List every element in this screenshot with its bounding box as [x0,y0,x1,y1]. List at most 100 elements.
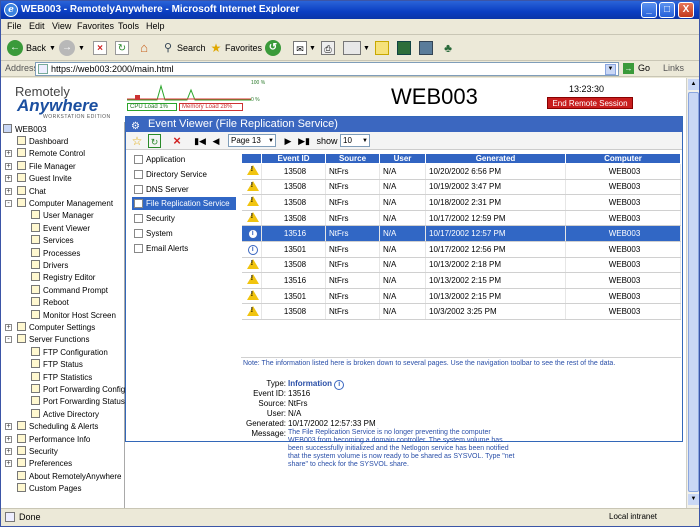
tree-item[interactable]: Drivers [31,260,68,272]
log-item[interactable]: System [132,227,236,240]
favorites-button[interactable]: ★ Favorites [209,39,262,57]
media-button[interactable] [419,39,433,57]
tree-expander-icon[interactable]: + [5,324,12,331]
tree-item[interactable]: Chat [17,185,46,198]
column-generated[interactable]: Generated [425,153,566,164]
next-page-icon[interactable]: ▶ [282,134,294,148]
table-row[interactable]: 13508NtFrsN/A10/13/2002 2:18 PMWEB003 [241,257,681,274]
log-item[interactable]: File Replication Service [132,197,236,211]
mail-button[interactable]: ✉ ▼ [293,39,316,57]
tree-item[interactable]: Security [17,446,58,458]
log-item[interactable]: Security [132,212,236,225]
tree-expander-icon[interactable]: + [5,423,12,431]
tree-item[interactable]: File Manager [17,160,76,173]
table-row[interactable]: 13516NtFrsN/A10/13/2002 2:15 PMWEB003 [241,272,681,289]
delete-icon[interactable]: × [170,134,184,148]
tree-item[interactable]: About RemotelyAnywhere [17,470,122,483]
log-item[interactable]: DNS Server [132,183,236,196]
scroll-up-icon[interactable]: ▲ [688,79,699,90]
column-source[interactable]: Source [325,153,380,164]
menu-view[interactable]: View [52,21,71,31]
tree-item[interactable]: Computer Management [17,198,113,210]
menu-tools[interactable]: Tools [118,21,139,31]
last-page-icon[interactable]: ▶▮ [298,134,310,148]
tree-item[interactable]: Port Forwarding Config [31,384,125,396]
maximize-button[interactable]: □ [659,2,675,18]
address-input[interactable]: https://web003:2000/main.html ▼ [35,62,619,76]
menu-edit[interactable]: Edit [29,21,45,31]
back-button[interactable]: ← Back ▼ [7,39,56,57]
tree-item[interactable]: Services [31,235,74,247]
tree-item[interactable]: Custom Pages [17,483,81,495]
tree-item[interactable]: Port Forwarding Status [31,396,125,408]
tree-expander-icon[interactable]: + [5,150,12,158]
links-label[interactable]: Links [663,63,684,73]
history-button[interactable]: ↺ [265,39,281,57]
tree-item[interactable]: Command Prompt [31,284,108,297]
menu-file[interactable]: File [7,21,22,31]
table-row[interactable]: 13508NtFrsN/A10/17/2002 12:59 PMWEB003 [241,210,681,227]
stop-button[interactable]: × [93,39,107,57]
tree-expander-icon[interactable]: + [5,435,12,443]
tree-item[interactable]: Performance Info [17,433,90,446]
tree-item[interactable]: Scheduling & Alerts [17,421,98,433]
tree-item[interactable]: Reboot [31,297,69,309]
tree-item[interactable]: FTP Statistics [31,371,92,384]
discuss-button[interactable] [375,39,389,57]
tree-expander-icon[interactable]: + [5,448,12,455]
log-item[interactable]: Application [132,153,236,166]
table-row[interactable]: 13508NtFrsN/A10/19/2002 3:47 PMWEB003 [241,179,681,196]
column-computer[interactable]: Computer [565,153,681,164]
tree-expander-icon[interactable]: + [5,187,12,195]
messenger-button[interactable] [397,39,411,57]
tree-root[interactable]: WEB003 [3,124,47,136]
close-button[interactable]: X [678,2,694,18]
refresh-button[interactable]: ↻ [115,39,129,57]
home-button[interactable]: ⌂ [137,39,151,57]
tree-expander-icon[interactable]: - [5,200,12,207]
print-button[interactable]: ⎙ [321,39,335,57]
log-item[interactable]: Email Alerts [132,242,236,255]
tree-item[interactable]: Remote Control [17,148,85,160]
tree-item[interactable]: Computer Settings [17,322,95,334]
tree-item[interactable]: FTP Status [31,359,83,371]
scroll-down-icon[interactable]: ▼ [688,494,699,505]
forward-button[interactable]: → ▼ [59,39,85,57]
tree-item[interactable]: Preferences [17,458,72,470]
table-row[interactable]: 13508NtFrsN/A10/20/2002 6:56 PMWEB003 [241,163,681,180]
address-dropdown-icon[interactable]: ▼ [605,64,616,75]
tree-item[interactable]: Guest Invite [17,173,72,185]
previous-page-icon[interactable]: ◀ [210,134,222,148]
first-page-icon[interactable]: ▮◀ [194,134,206,148]
tree-item[interactable]: Dashboard [17,136,68,148]
tree-expander-icon[interactable]: - [5,336,12,344]
column-event-id[interactable]: Event ID [261,153,326,164]
minimize-button[interactable]: _ [641,2,657,18]
tree-item[interactable]: User Manager [31,210,94,222]
research-button[interactable]: ♣ [441,39,455,57]
tree-item[interactable]: FTP Configuration [31,346,108,359]
tree-expander-icon[interactable]: + [5,162,12,170]
table-row[interactable]: 13501NtFrsN/A10/13/2002 2:15 PMWEB003 [241,288,681,305]
table-row[interactable]: 13508NtFrsN/A10/3/2002 3:25 PMWEB003 [241,303,681,320]
tree-expander-icon[interactable]: + [5,460,12,468]
page-select[interactable]: Page 13 ▼ [228,134,276,147]
tree-item[interactable]: Active Directory [31,408,99,421]
table-row[interactable]: i 13516 NtFrs N/A 10/17/2002 12:57 PM WEB003 [241,225,681,242]
star-icon[interactable]: ☆ [130,134,144,148]
tree-item[interactable]: Monitor Host Screen [31,309,116,322]
table-row[interactable]: i 13501 NtFrs N/A 10/17/2002 12:56 PM WEB003 [241,241,681,258]
tree-item[interactable]: Server Functions [17,334,89,346]
show-select[interactable]: 10 ▼ [340,134,370,147]
end-session-button[interactable]: End Remote Session [547,97,633,109]
edit-button[interactable]: ▼ [343,39,370,57]
vertical-scrollbar[interactable]: ▲ ▼ [686,78,699,508]
column-user[interactable]: User [379,153,426,164]
tree-item[interactable]: Event Viewer [31,222,90,235]
table-row[interactable]: 13508NtFrsN/A10/18/2002 2:31 PMWEB003 [241,194,681,211]
tree-expander-icon[interactable]: + [5,175,12,183]
menu-help[interactable]: Help [146,21,165,31]
search-button[interactable]: ⚲ Search [161,39,206,57]
scroll-thumb[interactable] [688,92,699,492]
refresh-icon[interactable]: ↻ [148,134,161,148]
